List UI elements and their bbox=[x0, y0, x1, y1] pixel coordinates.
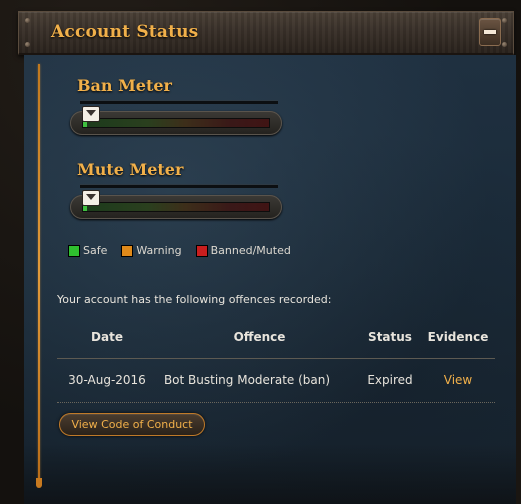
minus-icon bbox=[484, 30, 496, 34]
warning-swatch-icon bbox=[121, 244, 134, 257]
view-evidence-link[interactable]: View bbox=[423, 373, 493, 387]
offence-status: Expired bbox=[367, 373, 413, 387]
mute-meter-track bbox=[82, 202, 270, 212]
mute-meter-title: Mute Meter bbox=[77, 160, 184, 179]
mute-meter-marker-icon bbox=[82, 190, 100, 206]
table-header: Date Offence Status Evidence bbox=[57, 322, 495, 359]
legend-item-safe: Safe bbox=[68, 244, 107, 257]
collapse-button[interactable] bbox=[479, 18, 501, 46]
rivet-decoration bbox=[25, 42, 30, 47]
panel-grunge-decoration bbox=[24, 444, 516, 504]
side-line-decoration bbox=[36, 478, 42, 488]
banned-swatch-icon bbox=[195, 244, 208, 257]
account-status-window: Account Status Ban Meter Mute Meter Safe… bbox=[0, 0, 521, 504]
offence-name: Bot Busting Moderate (ban) bbox=[163, 373, 331, 387]
view-code-of-conduct-button[interactable]: View Code of Conduct bbox=[59, 413, 205, 436]
column-header-evidence: Evidence bbox=[427, 330, 489, 344]
ban-meter-topline bbox=[80, 100, 278, 104]
side-line-decoration bbox=[38, 64, 40, 484]
ban-meter bbox=[70, 111, 282, 135]
ban-meter-title: Ban Meter bbox=[77, 76, 172, 95]
column-header-status: Status bbox=[368, 330, 412, 344]
rivet-decoration bbox=[502, 18, 507, 23]
safe-swatch-icon bbox=[68, 244, 80, 257]
column-header-offence: Offence bbox=[233, 330, 286, 344]
legend-label: Warning bbox=[136, 244, 182, 257]
offence-date: 30-Aug-2016 bbox=[68, 373, 146, 387]
mute-meter bbox=[70, 195, 282, 219]
panel-title: Account Status bbox=[51, 22, 199, 42]
legend-item-warning: Warning bbox=[121, 244, 182, 257]
panel-header: Account Status bbox=[18, 11, 514, 55]
rivet-decoration bbox=[25, 18, 30, 23]
table-row: 30-Aug-2016 Bot Busting Moderate (ban) E… bbox=[57, 359, 495, 403]
ban-meter-track bbox=[82, 118, 270, 128]
legend-label: Safe bbox=[83, 244, 108, 257]
ban-meter-marker-icon bbox=[82, 106, 100, 122]
legend-item-banned: Banned/Muted bbox=[195, 244, 291, 257]
meter-legend: Safe Warning Banned/Muted bbox=[68, 244, 291, 257]
legend-label: Banned/Muted bbox=[210, 244, 291, 257]
mute-meter-topline bbox=[80, 184, 278, 188]
column-header-date: Date bbox=[91, 330, 123, 344]
offences-intro-text: Your account has the following offences … bbox=[57, 293, 332, 306]
rivet-decoration bbox=[502, 42, 507, 47]
offences-table: Date Offence Status Evidence 30-Aug-2016… bbox=[57, 322, 495, 403]
